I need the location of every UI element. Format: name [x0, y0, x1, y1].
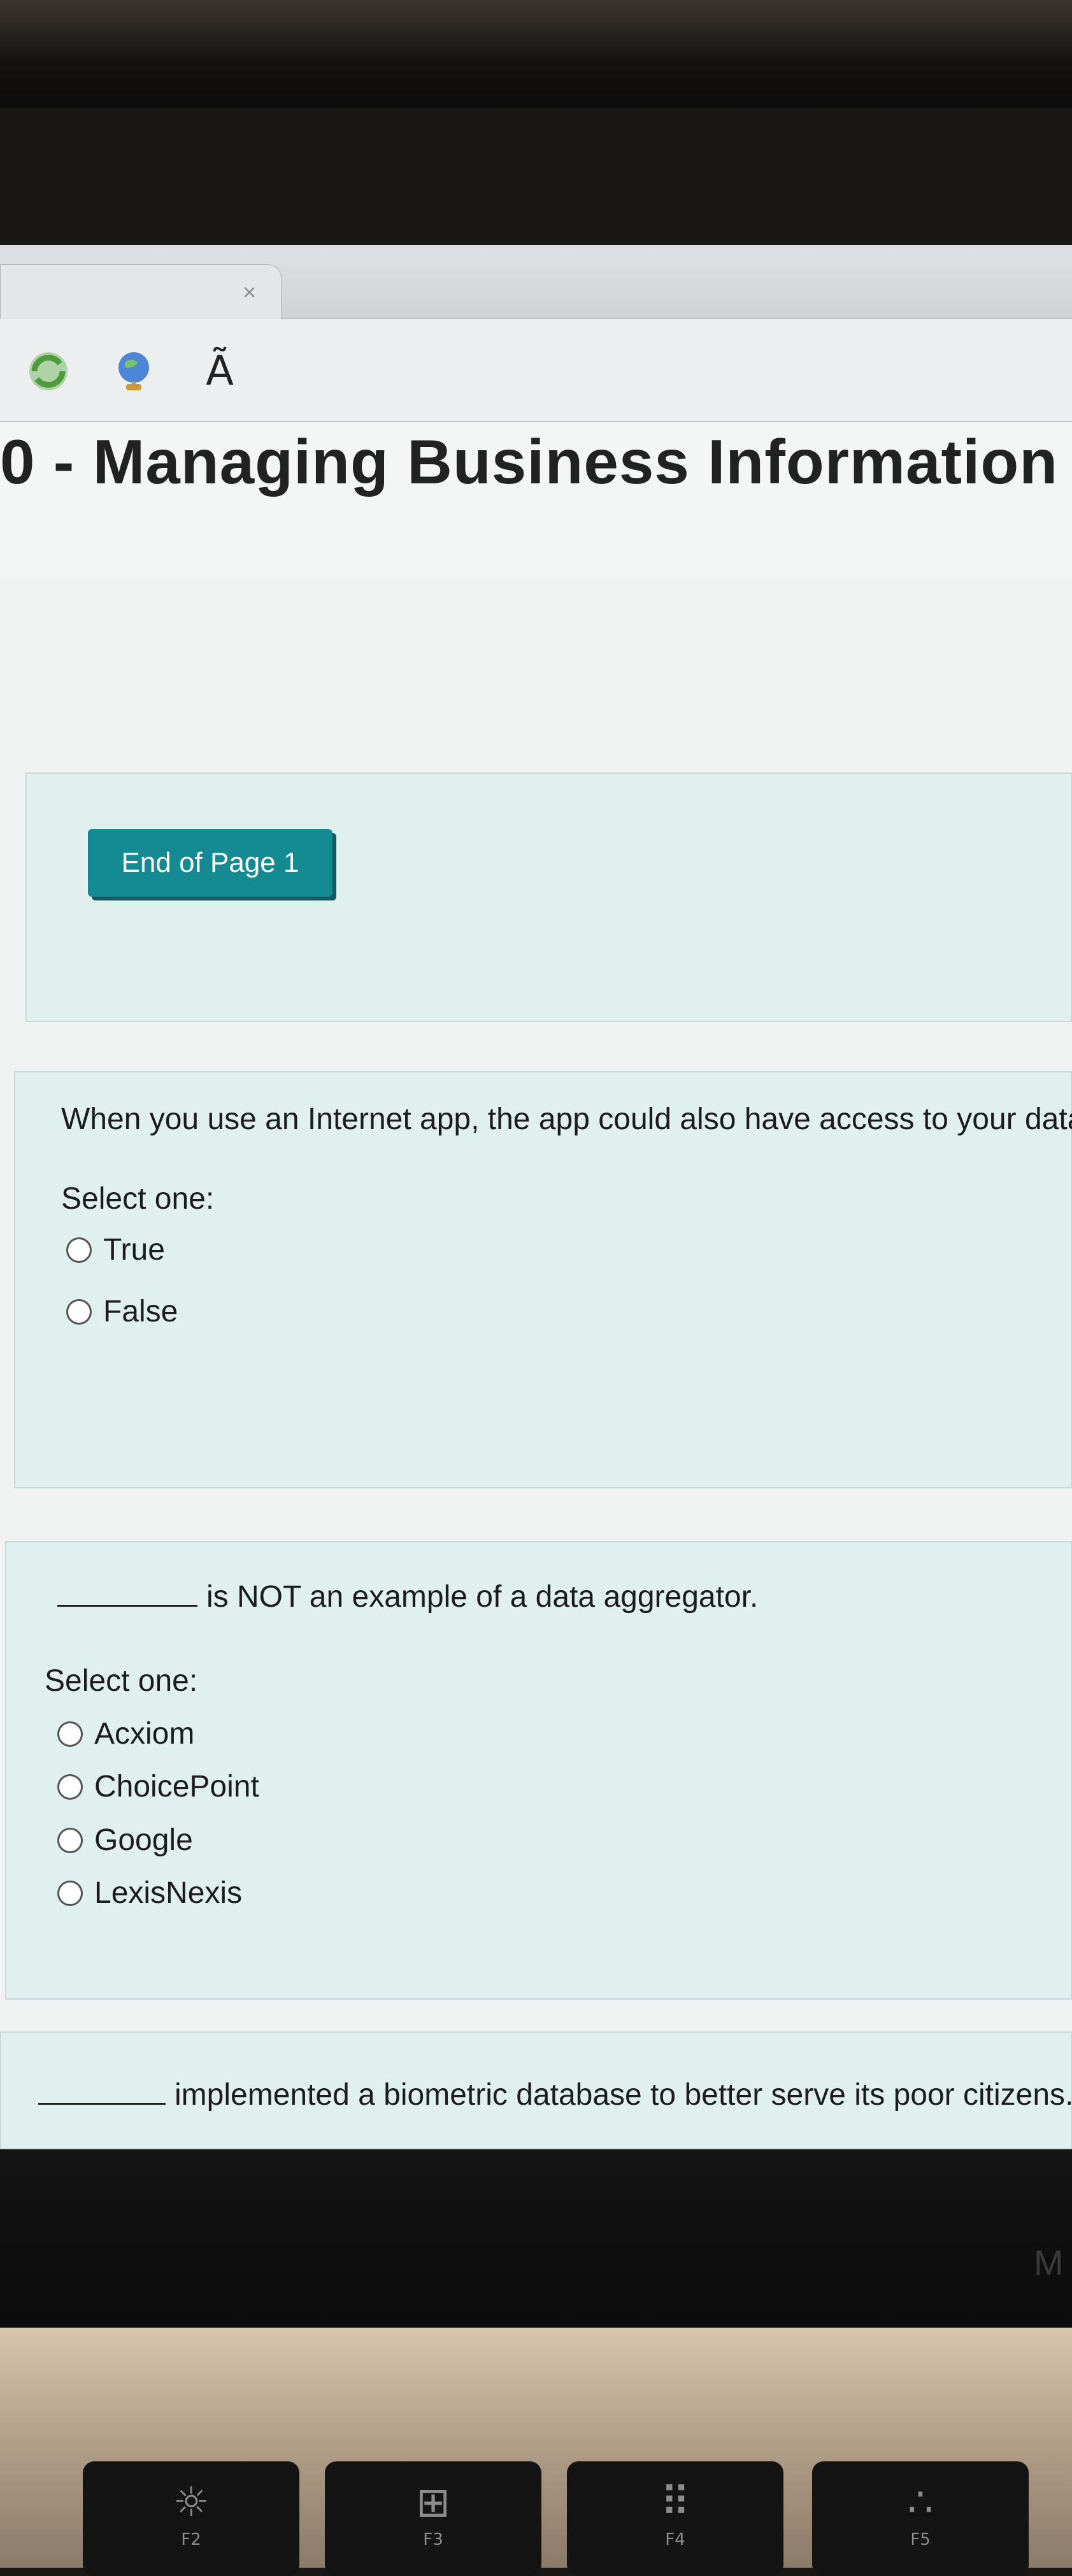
question-1-prompt: Select one:	[61, 1182, 215, 1216]
bezel-logo-letter: M	[1034, 2242, 1064, 2282]
radio-button[interactable]	[57, 1880, 83, 1906]
brightness-icon: ☼	[173, 2479, 210, 2526]
mission-control-icon: ⊞	[416, 2479, 450, 2526]
question-2-option-lexisnexis[interactable]: LexisNexis	[57, 1875, 242, 1911]
f3-key[interactable]: ⊞ F3	[325, 2461, 541, 2576]
f4-key[interactable]: ⠿ F4	[567, 2461, 783, 2576]
f2-key[interactable]: ☼ F2	[83, 2461, 299, 2576]
browser-tab[interactable]: ×	[0, 264, 282, 320]
key-label: F5	[910, 2530, 931, 2549]
globe-icon[interactable]	[108, 346, 159, 397]
question-2-text: is NOT an example of a data aggregator.	[57, 1579, 758, 1614]
page-title: 0 - Managing Business Information T	[0, 427, 1072, 497]
reload-icon[interactable]	[23, 346, 74, 397]
option-label: False	[103, 1295, 178, 1328]
question-2-option-choicepoint[interactable]: ChoicePoint	[57, 1769, 259, 1804]
key-label: F4	[665, 2530, 685, 2549]
key-label: F2	[181, 2530, 201, 2549]
answer-blank	[38, 2103, 166, 2105]
question-2-label: is NOT an example of a data aggregator.	[206, 1580, 759, 1614]
question-2-option-google[interactable]: Google	[57, 1823, 193, 1858]
laptop-bottom-bezel	[0, 2149, 1072, 2328]
f5-key[interactable]: ∴ F5	[812, 2461, 1029, 2576]
question-2-option-acxiom[interactable]: Acxiom	[57, 1716, 194, 1751]
toolbar-character-icon[interactable]: Ã	[194, 346, 245, 397]
browser-toolbar: Ã	[0, 319, 1072, 422]
close-tab-icon[interactable]: ×	[243, 279, 256, 306]
radio-button[interactable]	[66, 1299, 92, 1325]
option-label: ChoicePoint	[94, 1770, 259, 1804]
answer-blank	[57, 1605, 197, 1607]
end-of-page-button[interactable]: End of Page 1	[88, 829, 332, 897]
launchpad-icon: ⠿	[660, 2479, 690, 2526]
laptop-top-bezel	[0, 0, 1072, 108]
radio-button[interactable]	[57, 1827, 83, 1853]
option-label: Acxiom	[94, 1717, 195, 1751]
radio-button[interactable]	[57, 1774, 83, 1800]
question-3-text: implemented a biometric database to bett…	[38, 2077, 1072, 2112]
question-1-text: When you use an Internet app, the app co…	[61, 1102, 1072, 1136]
question-2-prompt: Select one:	[45, 1664, 198, 1698]
quiz-navigation-panel	[25, 772, 1072, 1022]
keyboard-light-icon: ∴	[907, 2479, 934, 2526]
tab-bar: ×	[0, 245, 1072, 320]
question-1-option-false[interactable]: False	[66, 1294, 178, 1329]
question-1-option-true[interactable]: True	[66, 1232, 165, 1267]
question-3-label: implemented a biometric database to bett…	[175, 2078, 1072, 2112]
option-label: True	[103, 1233, 165, 1267]
radio-button[interactable]	[57, 1721, 83, 1747]
radio-button[interactable]	[66, 1237, 92, 1263]
option-label: LexisNexis	[94, 1876, 243, 1910]
option-label: Google	[94, 1823, 193, 1857]
key-label: F3	[423, 2530, 443, 2549]
